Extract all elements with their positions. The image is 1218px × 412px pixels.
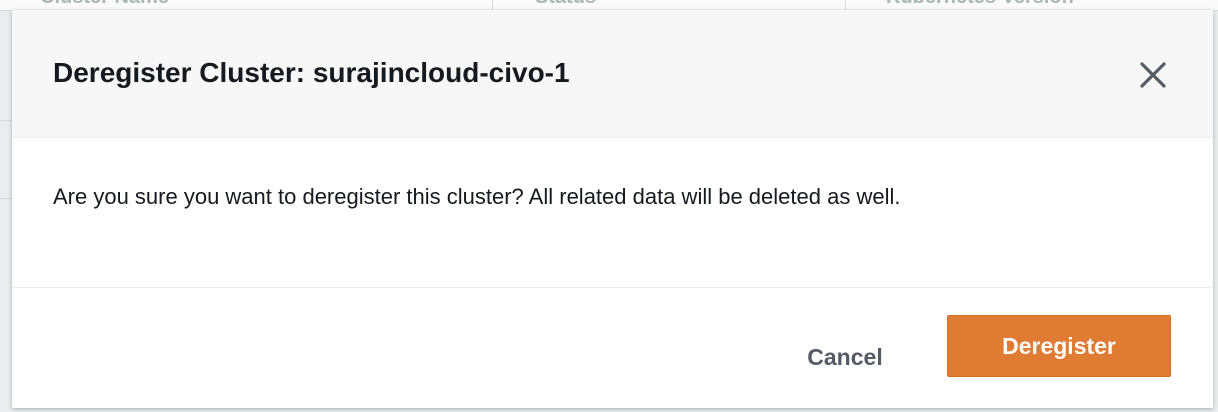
background-row-divider (0, 120, 12, 121)
cancel-button[interactable]: Cancel (782, 325, 908, 389)
dialog-title: Deregister Cluster: surajincloud-civo-1 (53, 57, 570, 88)
column-header-cluster-name: Cluster Name (40, 0, 169, 9)
close-icon (1136, 58, 1170, 92)
deregister-button[interactable]: Deregister (947, 315, 1171, 377)
dialog-header: Deregister Cluster: surajincloud-civo-1 (12, 10, 1213, 138)
close-button[interactable] (1136, 58, 1170, 92)
confirmation-message: Are you sure you want to deregister this… (53, 184, 901, 209)
column-separator (492, 0, 493, 10)
dialog-footer: Cancel Deregister (12, 288, 1213, 408)
column-header-kubernetes-version: Kubernetes Version (886, 0, 1074, 9)
column-header-status: Status (535, 0, 596, 9)
dialog-body: Are you sure you want to deregister this… (12, 138, 1213, 288)
column-separator (845, 0, 846, 10)
deregister-cluster-dialog: Deregister Cluster: surajincloud-civo-1 … (12, 10, 1213, 408)
background-row-divider (0, 198, 12, 199)
